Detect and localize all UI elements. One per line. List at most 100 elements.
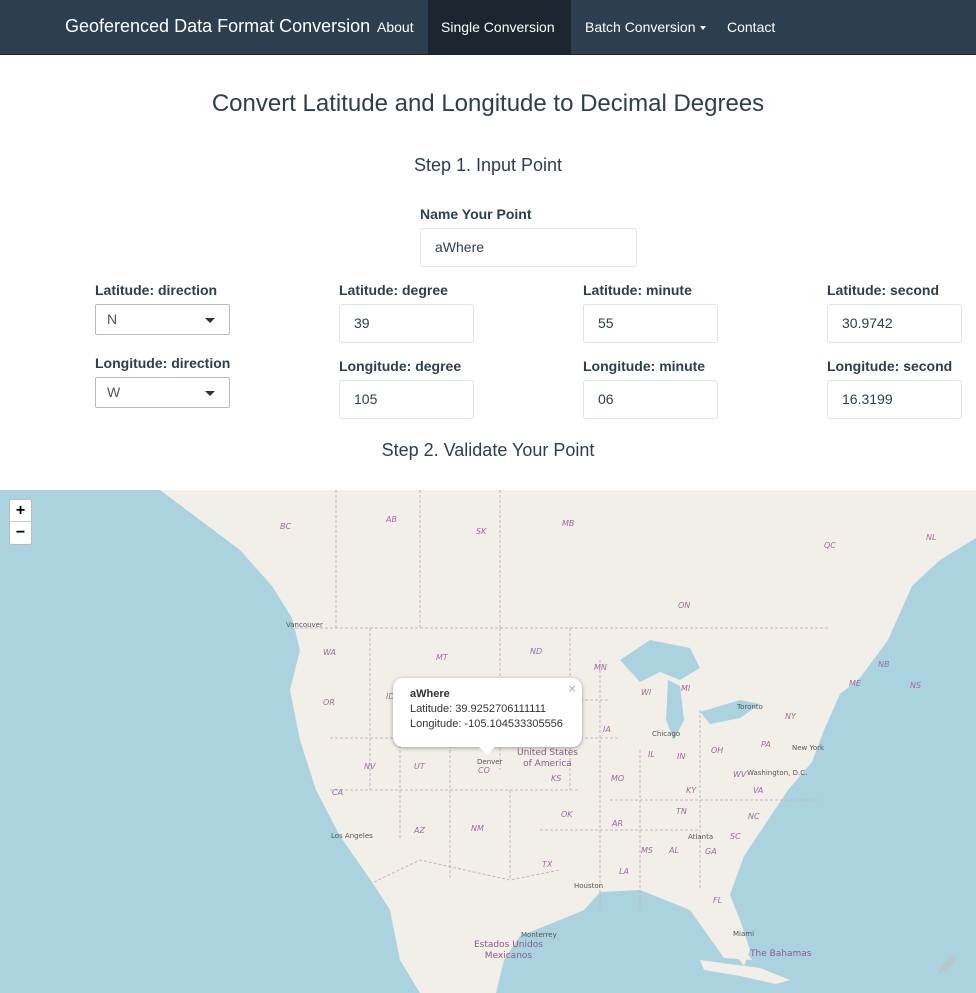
lat-second-label: Latitude: second	[827, 282, 940, 298]
map-label: UT	[414, 762, 425, 771]
map-label: MT	[436, 653, 448, 662]
name-point-label: Name Your Point	[420, 206, 532, 222]
city-label: Vancouver	[286, 621, 323, 629]
lat-second-input[interactable]: 30.9742	[827, 304, 962, 343]
nav-batch-conversion[interactable]: Batch Conversion	[572, 0, 719, 55]
step2-heading: Step 2. Validate Your Point	[381, 440, 595, 460]
map-label: WV	[733, 770, 747, 779]
map-label: BC	[280, 522, 292, 531]
lon-minute-label: Longitude: minute	[583, 358, 706, 374]
map-label: MN	[594, 663, 607, 672]
map-label: GA	[705, 847, 717, 856]
map-label: NL	[926, 533, 937, 542]
lon-second-label: Longitude: second	[827, 358, 953, 374]
country-label: The Bahamas	[750, 949, 812, 959]
map-label: KS	[551, 774, 562, 783]
popup-tip	[478, 746, 496, 755]
map-label: CO	[478, 766, 490, 775]
map-label: WA	[323, 648, 336, 657]
leaflet-logo-icon	[937, 954, 957, 974]
caret-down-icon	[699, 26, 706, 31]
caret-down-icon	[445, 81, 451, 86]
map-label: NC	[748, 812, 760, 821]
page-title: Convert Latitude and Longitude to Decima…	[211, 90, 765, 117]
close-icon[interactable]: ×	[568, 681, 576, 696]
map-label: OH	[711, 746, 724, 755]
name-point-input[interactable]: aWhere	[420, 228, 637, 267]
dropdown-arrow-icon	[205, 391, 215, 396]
map-label: OR	[323, 698, 335, 707]
cuba	[700, 960, 790, 984]
map-label: LA	[619, 867, 629, 876]
lon-direction-label: Longitude: direction	[95, 355, 231, 371]
map-label: FL	[713, 896, 723, 905]
dropdown-arrow-icon	[205, 318, 215, 323]
lon-second-input[interactable]: 16.3199	[827, 380, 962, 419]
lat-direction-label: Latitude: direction	[95, 282, 218, 298]
popup-name: aWhere	[410, 688, 450, 700]
map-label: MS	[641, 846, 653, 855]
map-label: AB	[386, 515, 397, 524]
lat-minute-input[interactable]: 55	[583, 304, 718, 343]
zoom-in-button[interactable]: +	[10, 500, 31, 522]
map-label: OK	[561, 810, 573, 819]
map-label: IA	[603, 725, 611, 734]
map-label: ME	[849, 679, 861, 688]
map-label: PA	[761, 740, 771, 749]
map-label: AZ	[414, 826, 425, 835]
nav-contact[interactable]: Contact	[714, 0, 788, 55]
map-label: NS	[910, 681, 922, 690]
map-label: SC	[730, 832, 741, 841]
zoom-out-button[interactable]: −	[10, 522, 31, 544]
lat-direction-select[interactable]: N	[95, 304, 230, 335]
map-label: TX	[542, 860, 553, 869]
map-label: MB	[562, 519, 575, 528]
nav-single-conversion[interactable]: Single Conversion	[428, 0, 571, 86]
map-label: NY	[785, 712, 796, 721]
map-label: VA	[753, 786, 764, 795]
nav-single-conversion-label: Single Conversion	[441, 19, 555, 35]
map-label: WI	[641, 688, 652, 697]
map-popup: × aWhere Latitude: 39.9252706111111 Long…	[393, 678, 582, 755]
map-label: SK	[476, 527, 487, 536]
city-label: Atlanta	[688, 833, 714, 841]
map-label: KY	[686, 786, 697, 795]
step1-heading: Step 1. Input Point	[413, 155, 563, 175]
map-label: TN	[676, 807, 687, 816]
lon-degree-label: Longitude: degree	[339, 358, 462, 374]
map-label: MO	[611, 774, 625, 783]
popup-longitude: Longitude: -105.104533305556	[410, 718, 563, 730]
lon-minute-input[interactable]: 06	[583, 380, 718, 419]
lon-degree-input[interactable]: 105	[339, 380, 474, 419]
lat-minute-label: Latitude: minute	[583, 282, 692, 298]
lon-direction-select[interactable]: W	[95, 377, 230, 408]
popup-latitude: Latitude: 39.9252706111111	[410, 703, 546, 715]
lat-degree-label: Latitude: degree	[339, 282, 448, 298]
map-label: QC	[824, 541, 836, 550]
city-label: Houston	[574, 882, 604, 890]
city-label: Miami	[733, 930, 755, 938]
map-label: ON	[678, 601, 691, 610]
map-label: NM	[471, 824, 484, 833]
map-label: NV	[364, 762, 376, 771]
city-label: Monterrey	[521, 931, 557, 939]
map-view[interactable]: + − BC AB SK MB ON QC NL NB NS ME WA OR …	[0, 490, 976, 993]
lon-direction-value: W	[107, 384, 121, 400]
map-label: AR	[612, 819, 624, 828]
city-label: Chicago	[652, 730, 681, 738]
map-label: ND	[530, 647, 543, 656]
city-label: New York	[792, 744, 825, 752]
lat-degree-input[interactable]: 39	[339, 304, 474, 343]
city-label: Washington, D.C.	[747, 769, 808, 777]
city-label: Los Angeles	[331, 832, 373, 840]
lat-direction-value: N	[107, 311, 118, 327]
map-label: NB	[878, 660, 890, 669]
nav-about[interactable]: About	[364, 0, 427, 55]
map-label: CA	[332, 788, 344, 797]
map-label: AL	[669, 846, 679, 855]
city-label: Denver	[477, 758, 503, 766]
zoom-control: + −	[9, 499, 32, 545]
brand-title[interactable]: Geoferenced Data Format Conversion	[65, 16, 370, 37]
country-label: United States of America	[517, 748, 578, 769]
nav-batch-conversion-label: Batch Conversion	[585, 19, 696, 35]
